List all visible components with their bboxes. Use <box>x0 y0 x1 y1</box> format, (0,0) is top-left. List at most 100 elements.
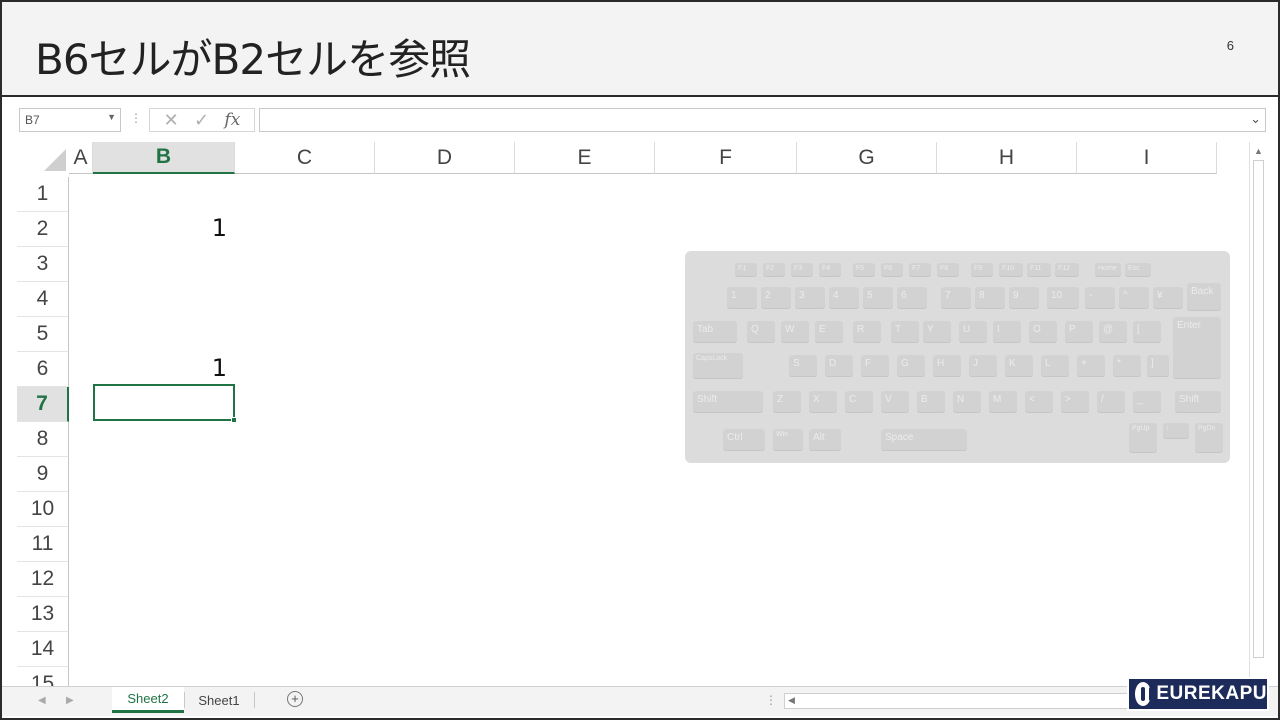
name-box[interactable]: B7 ▼ <box>19 108 121 132</box>
row-header-6[interactable]: 6 <box>17 352 69 387</box>
key-minus: - <box>1085 287 1115 309</box>
cell-b6[interactable]: 1 <box>93 354 227 382</box>
row-header-5[interactable]: 5 <box>17 317 69 352</box>
key-x: X <box>809 391 837 413</box>
column-header-f[interactable]: F <box>655 142 797 174</box>
key-s: S <box>789 355 817 377</box>
tab-divider <box>254 692 255 708</box>
key-m: M <box>989 391 1017 413</box>
key-asterisk: * <box>1113 355 1141 377</box>
key-space: Space <box>881 429 967 451</box>
key-5: 5 <box>863 287 893 309</box>
scroll-left-icon[interactable]: ◀ <box>788 695 795 706</box>
column-header-b[interactable]: B <box>93 142 235 174</box>
logo-mark-icon <box>1135 682 1154 706</box>
key-shift-right: Shift <box>1175 391 1221 413</box>
row-header-7[interactable]: 7 <box>17 387 69 422</box>
key-w: W <box>781 321 809 343</box>
expand-formula-bar-icon[interactable]: ⌄ <box>1250 111 1261 127</box>
key-0: 10 <box>1047 287 1079 309</box>
key-9: 9 <box>1009 287 1039 309</box>
slide-title-bar: B6セルがB2セルを参照 6 <box>2 2 1278 97</box>
formula-bar-buttons: ✕ ✓ fx <box>149 108 255 132</box>
sheet-tab-sheet1[interactable]: Sheet1 <box>186 687 252 713</box>
scroll-up-icon[interactable]: ▲ <box>1254 146 1263 156</box>
column-header-i[interactable]: I <box>1077 142 1217 174</box>
slide-title: B6セルがB2セルを参照 <box>35 35 471 84</box>
key-u: U <box>959 321 987 343</box>
key-1: 1 <box>727 287 757 309</box>
key-plus: + <box>1077 355 1105 377</box>
tab-divider <box>184 692 185 708</box>
row-header-1[interactable]: 1 <box>17 177 69 212</box>
column-header-g[interactable]: G <box>797 142 937 174</box>
row-header-3[interactable]: 3 <box>17 247 69 282</box>
row-header-14[interactable]: 14 <box>17 632 69 667</box>
select-all-corner[interactable] <box>17 142 69 174</box>
key-ctrl: Ctrl <box>723 429 765 451</box>
column-header-e[interactable]: E <box>515 142 655 174</box>
fill-handle[interactable] <box>231 417 237 423</box>
formula-bar: B7 ▼ ⋮ ✕ ✓ fx ⌄ <box>2 104 1278 134</box>
row-header-15[interactable]: 15 <box>17 667 69 686</box>
key-less-than: < <box>1025 391 1053 413</box>
row-header-2[interactable]: 2 <box>17 212 69 247</box>
formula-bar-grip-icon: ⋮ <box>130 111 142 125</box>
enter-icon[interactable]: ✓ <box>194 110 209 131</box>
chevron-down-icon[interactable]: ▼ <box>107 112 116 122</box>
key-y: Y <box>923 321 951 343</box>
vertical-scroll-thumb[interactable] <box>1253 160 1264 658</box>
cell-b2[interactable]: 1 <box>93 214 227 242</box>
key-r: R <box>853 321 881 343</box>
key-7: 7 <box>941 287 971 309</box>
horizontal-scrollbar[interactable]: ◀ <box>784 693 1134 709</box>
key-f7: F7 <box>909 263 931 277</box>
page-number: 6 <box>1226 38 1234 53</box>
formula-input[interactable]: ⌄ <box>259 108 1266 132</box>
key-greater-than: > <box>1061 391 1089 413</box>
key-e: E <box>815 321 843 343</box>
selected-cell-b7[interactable] <box>93 384 237 423</box>
column-header-d[interactable]: D <box>375 142 515 174</box>
row-header-13[interactable]: 13 <box>17 597 69 632</box>
key-win: Win <box>773 429 803 451</box>
eurekapu-logo: EUREKAPU <box>1127 677 1269 711</box>
column-header-a[interactable]: A <box>69 142 93 174</box>
row-header-12[interactable]: 12 <box>17 562 69 597</box>
key-n: N <box>953 391 981 413</box>
key-arrow-up: ↑ <box>1163 423 1189 439</box>
key-t: T <box>891 321 919 343</box>
key-d: D <box>825 355 853 377</box>
key-alt: Alt <box>809 429 841 451</box>
key-f2: F2 <box>763 263 785 277</box>
key-b: B <box>917 391 945 413</box>
key-pgdn: PgDn <box>1195 423 1223 453</box>
key-c: C <box>845 391 873 413</box>
key-f5: F5 <box>853 263 875 277</box>
column-header-c[interactable]: C <box>235 142 375 174</box>
cancel-icon[interactable]: ✕ <box>164 110 179 131</box>
sheet-tab-sheet2[interactable]: Sheet2 <box>112 687 184 713</box>
row-header-10[interactable]: 10 <box>17 492 69 527</box>
key-4: 4 <box>829 287 859 309</box>
key-f4: F4 <box>819 263 841 277</box>
key-pgup: PgUp <box>1129 423 1157 453</box>
key-f3: F3 <box>791 263 813 277</box>
row-header-11[interactable]: 11 <box>17 527 69 562</box>
key-f6: F6 <box>881 263 903 277</box>
key-caret: ^ <box>1119 287 1149 309</box>
key-backspace: Back <box>1187 283 1221 311</box>
vertical-scrollbar[interactable]: ▲ <box>1249 142 1266 686</box>
key-underscore: _ <box>1133 391 1161 413</box>
column-header-h[interactable]: H <box>937 142 1077 174</box>
key-3: 3 <box>795 287 825 309</box>
key-k: K <box>1005 355 1033 377</box>
row-header-9[interactable]: 9 <box>17 457 69 492</box>
next-sheet-icon[interactable]: ▶ <box>66 695 74 706</box>
insert-function-icon[interactable]: fx <box>224 110 240 130</box>
row-header-8[interactable]: 8 <box>17 422 69 457</box>
prev-sheet-icon[interactable]: ◀ <box>38 695 46 706</box>
add-sheet-icon[interactable]: + <box>287 691 303 707</box>
horizontal-scroll-grip-icon: ⋮ <box>765 693 777 707</box>
row-header-4[interactable]: 4 <box>17 282 69 317</box>
